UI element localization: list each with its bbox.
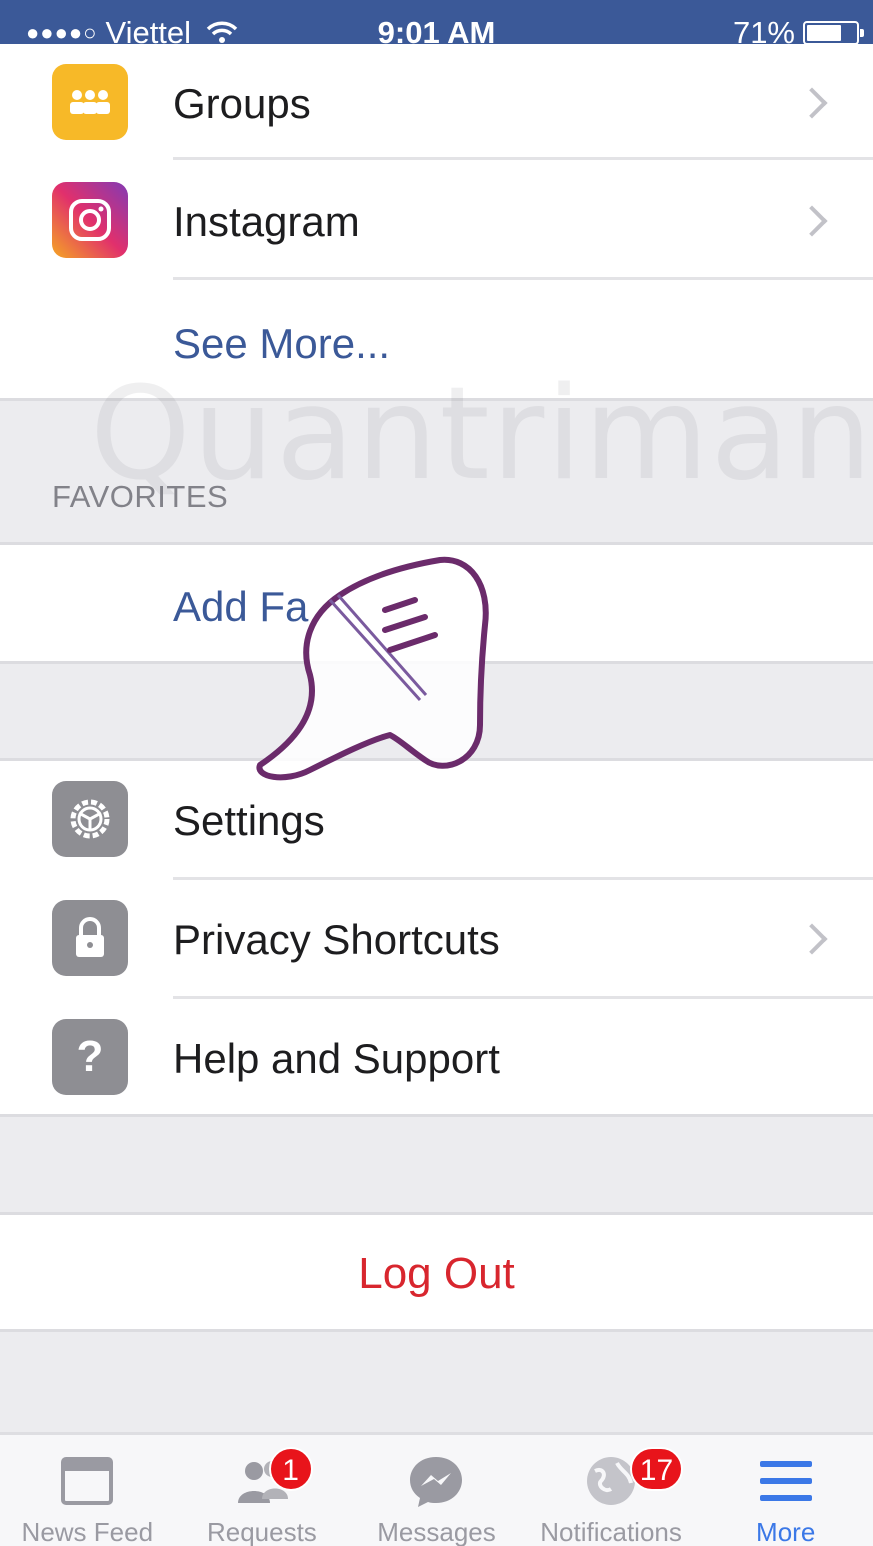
add-favorites-link[interactable]: Add Fa bbox=[173, 583, 308, 631]
section-spacer bbox=[0, 664, 873, 758]
menu-item-privacy-shortcuts[interactable]: Privacy Shortcuts bbox=[0, 880, 873, 999]
menu-item-label: Instagram bbox=[173, 198, 360, 245]
groups-icon bbox=[52, 64, 128, 140]
notification-badge: 1 bbox=[268, 1447, 313, 1491]
menu-item-instagram[interactable]: Instagram bbox=[0, 160, 873, 279]
battery-fill bbox=[807, 25, 842, 41]
tab-label: Notifications bbox=[540, 1517, 682, 1546]
section-spacer bbox=[0, 1332, 873, 1432]
lock-icon bbox=[52, 900, 128, 976]
menu-item-label: Groups bbox=[173, 80, 311, 127]
tab-more[interactable]: More bbox=[698, 1435, 873, 1546]
tab-label: Requests bbox=[206, 1517, 317, 1546]
section-title: FAVORITES bbox=[52, 479, 229, 514]
menu-item-groups[interactable]: Groups bbox=[0, 44, 873, 163]
battery-icon bbox=[803, 21, 864, 45]
add-favorites-row[interactable]: Add Fa bbox=[0, 545, 873, 661]
chevron-right-icon bbox=[796, 923, 828, 955]
news-feed-icon bbox=[61, 1457, 114, 1505]
tab-messages[interactable]: Messages bbox=[349, 1435, 524, 1546]
tab-label: More bbox=[756, 1517, 816, 1546]
tab-label: News Feed bbox=[21, 1517, 154, 1546]
tab-bar: News Feed 1 Requests Messages 17 Notific… bbox=[0, 1432, 873, 1546]
menu-item-settings[interactable]: Settings bbox=[0, 761, 873, 880]
section-spacer bbox=[0, 1117, 873, 1212]
menu-item-label: Privacy Shortcuts bbox=[173, 916, 500, 963]
gear-icon bbox=[52, 781, 128, 857]
see-more-link[interactable]: See More... bbox=[173, 320, 390, 368]
logout-row[interactable]: Log Out bbox=[0, 1215, 873, 1329]
chevron-right-icon bbox=[796, 205, 828, 237]
menu-item-label: Help and Support bbox=[173, 1035, 500, 1082]
notification-badge: 17 bbox=[629, 1447, 684, 1491]
question-icon: ? bbox=[52, 1019, 128, 1095]
chevron-right-icon bbox=[796, 87, 828, 119]
messenger-icon bbox=[410, 1457, 463, 1507]
tab-label: Messages bbox=[377, 1517, 496, 1546]
instagram-icon bbox=[52, 182, 128, 258]
tab-requests[interactable]: 1 Requests bbox=[175, 1435, 350, 1546]
tab-news-feed[interactable]: News Feed bbox=[0, 1435, 175, 1546]
see-more-row[interactable]: See More... bbox=[0, 280, 873, 398]
logout-button[interactable]: Log Out bbox=[0, 1249, 873, 1299]
favorites-section-header: FAVORITES bbox=[0, 401, 873, 542]
tab-notifications[interactable]: 17 Notifications bbox=[524, 1435, 699, 1546]
menu-icon bbox=[759, 1461, 812, 1501]
menu-item-label: Settings bbox=[173, 797, 325, 844]
menu-item-help-and-support[interactable]: ? Help and Support bbox=[0, 999, 873, 1118]
